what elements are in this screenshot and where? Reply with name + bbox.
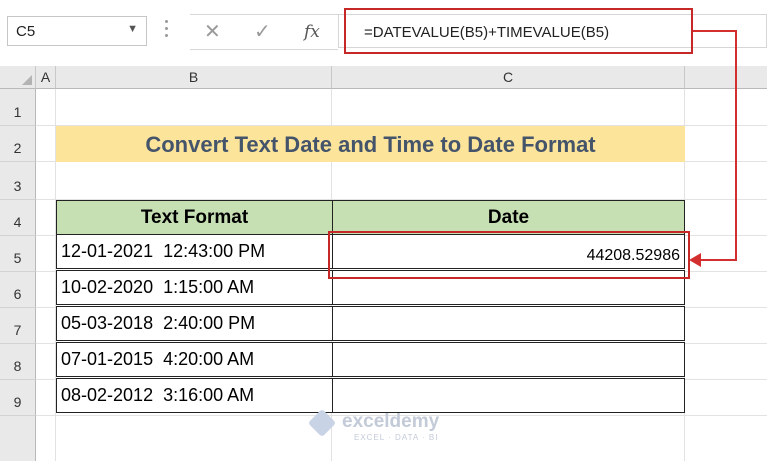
date-cell[interactable] [332,378,685,413]
enter-icon[interactable]: ✓ [254,19,271,44]
column-header-b[interactable]: B [56,66,332,89]
sheet-title: Convert Text Date and Time to Date Forma… [145,132,596,157]
name-box-value: C5 [16,23,36,40]
formula-bar: C5 ▼ ✕ ✓ fx =DATEVALUE(B5)+TIMEVALUE(B5) [0,0,767,67]
row-header-1[interactable]: 1 [0,89,36,126]
insert-function-icon[interactable]: fx [304,22,320,42]
column-header-c[interactable]: C [332,66,685,89]
chevron-down-icon[interactable]: ▼ [127,23,138,35]
row-header-5[interactable]: 5 [0,236,36,272]
row-header-7[interactable]: 7 [0,308,36,344]
formula-highlight-box [344,8,693,54]
connector-line [693,30,737,32]
watermark-tagline: EXCEL · DATA · BI [354,433,439,442]
result-highlight-box [328,231,690,279]
select-all-triangle-icon [22,75,32,85]
row-header-10[interactable] [0,416,36,461]
row-header-3[interactable]: 3 [0,162,36,200]
text-format-cell[interactable]: 10-02-2020 1:15:00 AM [56,270,333,305]
drag-handle-icon[interactable] [165,17,169,45]
formula-buttons: ✕ ✓ fx [190,14,338,50]
column-header-next[interactable] [685,66,767,89]
arrow-head-icon [689,253,701,267]
text-format-cell[interactable]: 05-03-2018 2:40:00 PM [56,306,333,341]
connector-line [699,259,737,261]
row-header-4[interactable]: 4 [0,200,36,236]
date-cell[interactable] [332,342,685,377]
date-cell[interactable] [332,306,685,341]
sheet-title-cell[interactable]: Convert Text Date and Time to Date Forma… [56,126,685,162]
row-header-2[interactable]: 2 [0,126,36,162]
text-format-cell[interactable]: 08-02-2012 3:16:00 AM [56,378,333,413]
row-header-9[interactable]: 9 [0,380,36,416]
header-date[interactable]: Date [332,200,685,235]
text-format-cell[interactable]: 07-01-2015 4:20:00 AM [56,342,333,377]
column-header-a[interactable]: A [36,66,56,89]
connector-line [735,30,737,260]
name-box[interactable]: C5 ▼ [7,16,147,46]
select-all-corner[interactable] [0,66,36,89]
cancel-icon[interactable]: ✕ [204,19,221,44]
row-header-8[interactable]: 8 [0,344,36,380]
text-format-cell[interactable]: 12-01-2021 12:43:00 PM [56,234,333,269]
header-text-format[interactable]: Text Format [56,200,333,235]
watermark-name: exceldemy [342,411,440,432]
row-header-6[interactable]: 6 [0,272,36,308]
